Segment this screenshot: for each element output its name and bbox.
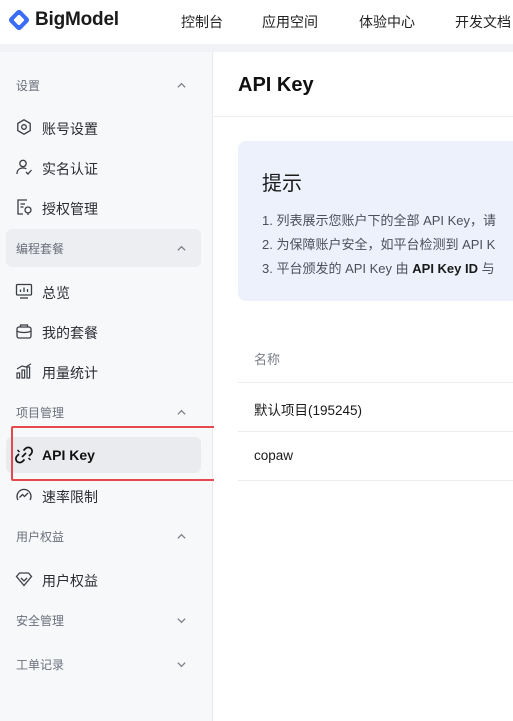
- sidebar-item-api-key[interactable]: API Key: [6, 437, 201, 473]
- chevron-down-icon: [177, 662, 186, 668]
- bar-chart-icon: [16, 363, 32, 379]
- brand-name: BigModel: [35, 9, 119, 30]
- table-header-name: 名称: [254, 352, 281, 367]
- brand-logo[interactable]: BigModel: [8, 9, 119, 31]
- section-title: 项目管理: [16, 406, 65, 420]
- tip-card: 提示 1. 列表展示您账户下的全部 API Key，请 2. 为保障账户安全，如…: [238, 141, 513, 301]
- gear-icon: [17, 119, 31, 135]
- page-title: API Key: [238, 74, 314, 96]
- chevron-up-icon: [177, 533, 186, 539]
- sidebar-item-my-plan[interactable]: 我的套餐: [6, 313, 201, 349]
- table-row[interactable]: 默认项目(195245): [238, 382, 513, 431]
- top-bar: BigModel 控制台 应用空间 体验中心 开发文档: [0, 0, 513, 44]
- chevron-up-icon: [177, 82, 186, 88]
- sidebar-item-label: 授权管理: [42, 201, 98, 217]
- document-check-icon: [17, 199, 32, 215]
- section-header-settings[interactable]: 设置: [6, 66, 201, 104]
- sidebar-item-usage-stats[interactable]: 用量统计: [6, 353, 201, 389]
- tip-line-3-bold: API Key ID: [412, 261, 479, 276]
- section-header-user-benefits[interactable]: 用户权益: [6, 517, 201, 555]
- tip-title: 提示: [262, 173, 302, 195]
- diamond-icon: [15, 572, 33, 587]
- project-name: copaw: [254, 448, 294, 463]
- bigmodel-logo-icon: [8, 9, 30, 31]
- key-link-icon: [15, 446, 33, 464]
- section-header-coding-plan[interactable]: 编程套餐: [6, 229, 201, 267]
- title-divider: [214, 116, 513, 117]
- gauge-icon: [16, 488, 32, 501]
- user-check-icon: [16, 159, 32, 175]
- sidebar-item-rate-limit[interactable]: 速率限制: [6, 477, 201, 513]
- section-title: 设置: [16, 79, 41, 93]
- monitor-chart-icon: [15, 283, 33, 299]
- sidebar-item-label: 用户权益: [42, 573, 98, 589]
- package-icon: [16, 324, 32, 339]
- sidebar-item-account-settings[interactable]: 账号设置: [6, 109, 201, 145]
- section-header-tickets[interactable]: 工单记录: [6, 645, 201, 683]
- header-divider: [0, 44, 513, 52]
- tip-line-2: 2. 为保障账户安全，如平台检测到 API K: [262, 237, 496, 252]
- sidebar-item-overview[interactable]: 总览: [6, 273, 201, 309]
- topnav-experience-center[interactable]: 体验中心: [359, 12, 415, 32]
- chevron-up-icon: [177, 245, 186, 251]
- section-title: 用户权益: [16, 530, 65, 544]
- section-title: 安全管理: [16, 614, 65, 628]
- sidebar-item-label: 总览: [42, 285, 70, 301]
- sidebar-item-label: 速率限制: [42, 489, 98, 505]
- sidebar-item-label: API Key: [42, 447, 95, 463]
- section-header-project-management[interactable]: 项目管理: [6, 393, 201, 431]
- tip-line-3: 3. 平台颁发的 API Key 由 API Key ID 与: [262, 258, 495, 277]
- section-title: 工单记录: [16, 658, 65, 672]
- sidebar-item-label: 实名认证: [42, 161, 98, 177]
- chevron-down-icon: [177, 618, 186, 624]
- sidebar-item-label: 用量统计: [42, 365, 98, 381]
- tip-line-3-prefix: 3. 平台颁发的 API Key 由: [262, 261, 413, 276]
- topnav-console[interactable]: 控制台: [181, 12, 223, 32]
- tip-line-1: 1. 列表展示您账户下的全部 API Key，请: [262, 213, 497, 228]
- sidebar-item-user-benefits[interactable]: 用户权益: [6, 561, 201, 597]
- topnav-docs[interactable]: 开发文档: [455, 12, 511, 32]
- sidebar-item-authorization[interactable]: 授权管理: [6, 189, 201, 225]
- sidebar-item-real-name[interactable]: 实名认证: [6, 149, 201, 185]
- chevron-up-icon: [177, 409, 186, 415]
- project-name: 默认项目(195245): [254, 403, 363, 418]
- tip-line-3-suffix: 与: [478, 261, 495, 276]
- sidebar: 设置 账号设置 实名认证 授权管理 编程套餐 总览 我的套餐 用量统计 项目管理…: [0, 52, 213, 721]
- main-content: API Key 提示 1. 列表展示您账户下的全部 API Key，请 2. 为…: [214, 52, 513, 721]
- topnav-app-space[interactable]: 应用空间: [262, 12, 318, 32]
- sidebar-item-label: 账号设置: [42, 121, 98, 137]
- table-row[interactable]: copaw: [238, 431, 513, 480]
- sidebar-item-label: 我的套餐: [42, 325, 98, 341]
- section-header-security[interactable]: 安全管理: [6, 601, 201, 639]
- table-bottom-border: [238, 480, 513, 481]
- section-title: 编程套餐: [16, 242, 65, 256]
